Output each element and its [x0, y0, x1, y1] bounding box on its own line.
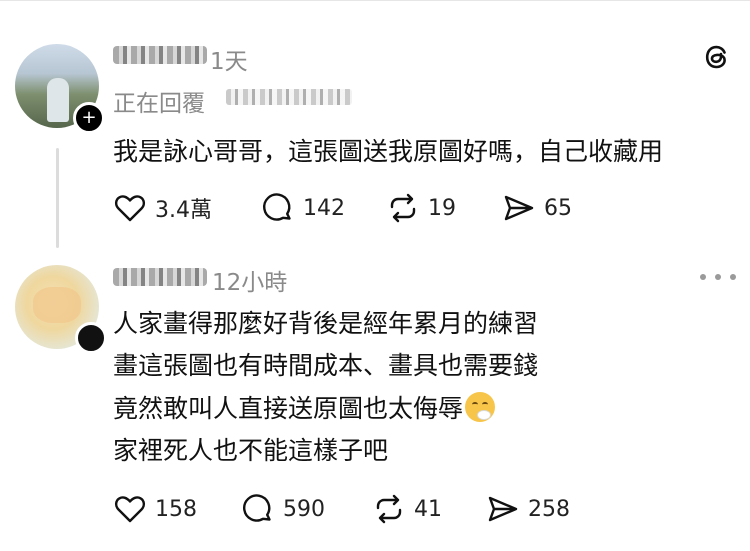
threads-logo-icon[interactable]	[700, 40, 734, 74]
post1-share-button[interactable]: 65	[502, 191, 572, 225]
post2-share-button[interactable]: 258	[486, 492, 570, 526]
post1-repost-count: 19	[428, 195, 456, 221]
post2-line-3-wrap: 竟然敢叫人直接送原圖也太侮辱	[113, 388, 496, 430]
post2-avatar[interactable]	[15, 265, 107, 354]
more-options-icon[interactable]	[700, 268, 736, 286]
post2-like-count: 158	[155, 496, 197, 522]
follow-plus-icon[interactable]: +	[73, 102, 105, 134]
repost-icon	[376, 494, 402, 524]
post1-comment-button[interactable]: 142	[261, 191, 345, 225]
post1-share-count: 65	[544, 195, 572, 221]
post2-line-1: 人家畫得那麼好背後是經年累月的練習	[113, 309, 539, 338]
post2-time: 12小時	[212, 270, 288, 296]
post2-comment-button[interactable]: 590	[241, 492, 325, 526]
post2-repost-button[interactable]: 41	[372, 492, 442, 526]
heart-icon	[114, 195, 146, 222]
send-icon	[488, 496, 518, 522]
follow-badge-icon[interactable]	[75, 322, 107, 354]
repost-icon	[390, 193, 416, 223]
send-icon	[504, 195, 534, 221]
comment-bubble-icon	[263, 193, 291, 221]
post2-line-4: 家裡死人也不能這樣子吧	[113, 436, 389, 465]
post1-username-blurred[interactable]	[113, 46, 207, 64]
comment-bubble-icon	[243, 494, 271, 522]
post2-like-button[interactable]: 158	[113, 492, 197, 526]
post1-comment-count: 142	[303, 195, 345, 221]
post2-comment-count: 590	[283, 496, 325, 522]
post1-repost-button[interactable]: 19	[386, 191, 456, 225]
heart-icon	[114, 496, 146, 523]
post1-text: 我是詠心哥哥，這張圖送我原圖好嗎，自己收藏用	[113, 137, 664, 166]
face-exhaling-emoji	[465, 392, 496, 422]
post2-username-blurred[interactable]	[113, 268, 207, 286]
post1-like-button[interactable]: 3.4萬	[113, 191, 212, 225]
post1-like-count: 3.4萬	[155, 198, 212, 223]
post2-repost-count: 41	[414, 496, 442, 522]
post2-line-3: 竟然敢叫人直接送原圖也太侮辱	[113, 394, 464, 423]
top-divider	[0, 0, 750, 1]
thread-connector-line	[56, 148, 59, 248]
post1-time: 1天	[210, 49, 248, 75]
post1-reply-label: 正在回覆	[113, 91, 205, 117]
post2-line-2: 畫這張圖也有時間成本、畫具也需要錢	[113, 351, 539, 380]
post1-reply-target-blurred[interactable]	[226, 89, 352, 105]
post2-share-count: 258	[528, 496, 570, 522]
post1-avatar[interactable]: +	[15, 44, 105, 134]
